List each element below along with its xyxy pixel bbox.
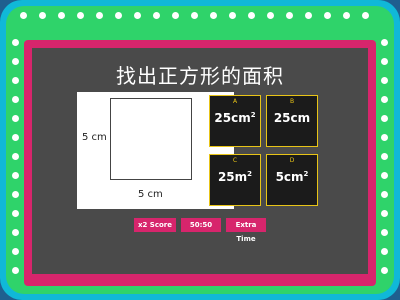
marquee-bulb xyxy=(39,12,46,19)
marquee-bulb xyxy=(115,12,122,19)
answer-a-value: 25cm2 xyxy=(214,111,256,125)
marquee-bulb xyxy=(12,229,19,236)
marquee-bulb xyxy=(343,12,350,19)
fifty-fifty-button[interactable]: 50:50 xyxy=(181,218,221,232)
marquee-bulb xyxy=(12,248,19,255)
marquee-bulb xyxy=(381,191,388,198)
marquee-bulb xyxy=(12,39,19,46)
marquee-bulb xyxy=(12,210,19,217)
answer-d-value: 5cm2 xyxy=(275,170,309,184)
answer-a-letter: A xyxy=(232,98,238,105)
marquee-bulb xyxy=(12,77,19,84)
question-screen: 找出正方形的面积 5 cm 5 cm A 25cm2 B 25cm C 25m2… xyxy=(32,48,368,274)
marquee-bulb xyxy=(381,153,388,160)
marquee-bulb xyxy=(12,172,19,179)
marquee-bulb xyxy=(153,12,160,19)
marquee-bulb xyxy=(12,115,19,122)
marquee-bulb xyxy=(191,12,198,19)
marquee-bulb xyxy=(381,58,388,65)
marquee-bulb xyxy=(381,210,388,217)
marquee-bulb xyxy=(381,39,388,46)
answer-d-button[interactable]: D 5cm2 xyxy=(266,154,318,206)
side-label-left: 5 cm xyxy=(82,132,107,143)
marquee-bulb xyxy=(12,134,19,141)
answer-b-letter: B xyxy=(289,98,295,105)
marquee-bulb xyxy=(172,12,179,19)
marquee-bulb xyxy=(12,58,19,65)
answer-a-button[interactable]: A 25cm2 xyxy=(209,95,261,147)
marquee-bulb xyxy=(12,153,19,160)
double-score-button[interactable]: x2 Score xyxy=(134,218,176,232)
answer-c-letter: C xyxy=(232,157,238,164)
marquee-bulb xyxy=(381,115,388,122)
marquee-bulb xyxy=(381,267,388,274)
marquee-bulb xyxy=(267,12,274,19)
marquee-bulb xyxy=(12,191,19,198)
answer-b-value: 25cm xyxy=(273,111,311,125)
marquee-bulb xyxy=(381,248,388,255)
marquee-bulb xyxy=(381,172,388,179)
marquee-bulb xyxy=(229,12,236,19)
marquee-bulb xyxy=(381,77,388,84)
marquee-bulb xyxy=(286,12,293,19)
marquee-bulb xyxy=(305,12,312,19)
extra-time-button[interactable]: Extra Time xyxy=(226,218,266,243)
marquee-bulb xyxy=(381,134,388,141)
answer-d-letter: D xyxy=(289,157,295,164)
marquee-bulb xyxy=(210,12,217,19)
question-title: 找出正方形的面积 xyxy=(116,64,284,88)
marquee-bulb xyxy=(58,12,65,19)
answer-c-button[interactable]: C 25m2 xyxy=(209,154,261,206)
marquee-bulb xyxy=(12,96,19,103)
answer-b-button[interactable]: B 25cm xyxy=(266,95,318,147)
marquee-bulb xyxy=(20,12,27,19)
marquee-bulb xyxy=(12,267,19,274)
side-label-bottom: 5 cm xyxy=(138,189,163,200)
marquee-bulb xyxy=(77,12,84,19)
marquee-bulb xyxy=(324,12,331,19)
marquee-bulb xyxy=(96,12,103,19)
marquee-bulb xyxy=(381,229,388,236)
marquee-bulb xyxy=(362,12,369,19)
marquee-bulb xyxy=(134,12,141,19)
marquee-bulb xyxy=(248,12,255,19)
answer-c-value: 25m2 xyxy=(217,170,253,184)
marquee-bulb xyxy=(381,96,388,103)
square-shape xyxy=(110,98,192,180)
